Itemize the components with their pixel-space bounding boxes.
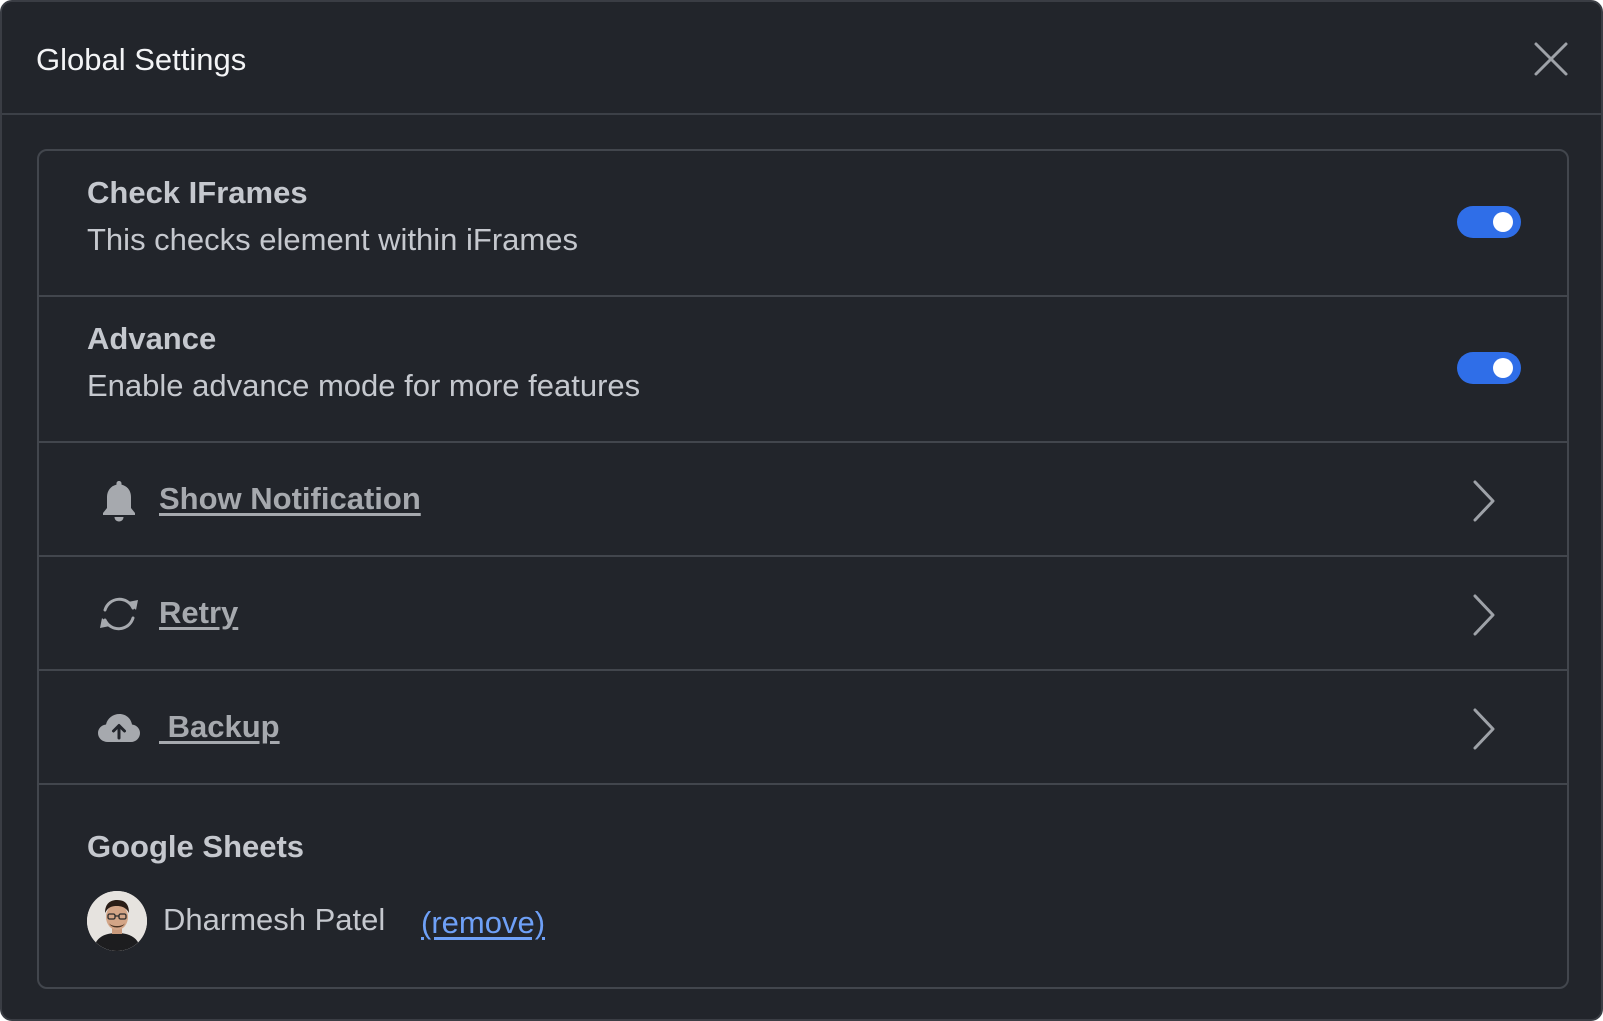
user-avatar-icon (87, 891, 147, 951)
toggle-knob (1493, 358, 1513, 378)
chevron-right-icon[interactable] (1467, 478, 1499, 524)
settings-panel: Check IFrames This checks element within… (37, 149, 1569, 989)
advance-toggle[interactable] (1457, 352, 1521, 384)
setting-title-check-iframes: Check IFrames (87, 175, 308, 210)
setting-row-check-iframes: Check IFrames This checks element within… (39, 151, 1567, 297)
setting-title-advance: Advance (87, 321, 217, 356)
show-notification-link[interactable]: Show Notification (159, 481, 421, 517)
global-settings-dialog: Global Settings Check IFrames This check… (0, 0, 1603, 1021)
setting-row-advance: Advance Enable advance mode for more fea… (39, 297, 1567, 443)
avatar (87, 891, 147, 951)
link-row-backup[interactable]: Backup (39, 671, 1567, 785)
remove-account-link[interactable]: (remove) (421, 905, 545, 941)
close-icon (1534, 42, 1568, 76)
setting-description-check-iframes: This checks element within iFrames (87, 222, 578, 257)
retry-link[interactable]: Retry (159, 595, 238, 631)
google-sheets-section: Google Sheets Dharmesh Patel (remove) (39, 785, 1567, 987)
cloud-upload-icon (98, 714, 140, 742)
backup-link[interactable]: Backup (159, 709, 280, 745)
dialog-header: Global Settings (2, 2, 1601, 115)
chevron-right-icon[interactable] (1467, 706, 1499, 752)
toggle-knob (1493, 212, 1513, 232)
bell-icon (103, 481, 135, 522)
refresh-icon (100, 597, 138, 631)
link-row-show-notification[interactable]: Show Notification (39, 443, 1567, 557)
chevron-right-icon[interactable] (1467, 592, 1499, 638)
setting-description-advance: Enable advance mode for more features (87, 368, 641, 403)
link-row-retry[interactable]: Retry (39, 557, 1567, 671)
check-iframes-toggle[interactable] (1457, 206, 1521, 238)
google-sheets-title: Google Sheets (87, 829, 305, 864)
user-name: Dharmesh Patel (163, 902, 386, 937)
dialog-title: Global Settings (36, 42, 247, 77)
close-button[interactable] (1532, 40, 1570, 78)
